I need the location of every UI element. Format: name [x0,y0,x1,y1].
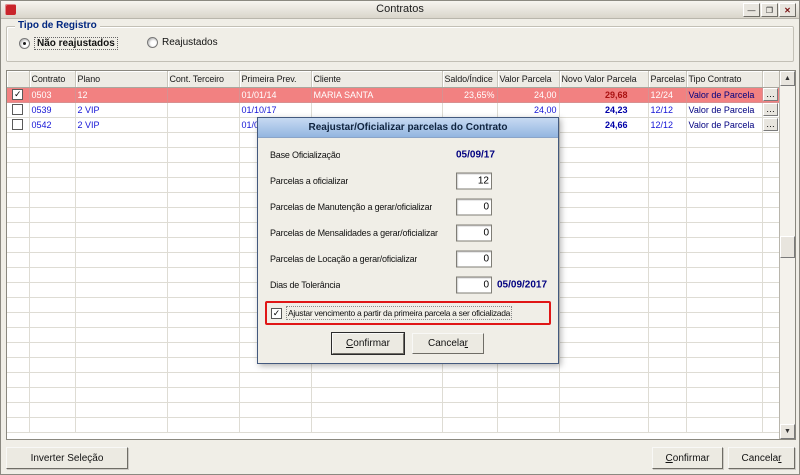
column-header-cliente[interactable]: Cliente [311,71,443,88]
scroll-thumb[interactable] [780,236,795,258]
cell-tipo-contrato: Valor de Parcela [686,117,763,133]
radio-nao-reajustados[interactable]: Não reajustados [19,37,118,50]
cell-valor-parcela: 24,00 [497,87,560,103]
dias-tolerancia-input[interactable] [456,276,492,294]
cell-novo-valor-parcela: 24,23 [559,102,649,118]
cell-parcelas: 12/12 [648,117,687,133]
cell-contrato: 0542 [29,117,76,133]
cell-saldo-indice [442,102,498,118]
column-header-saldo-indice[interactable]: Saldo/Índice [442,71,498,88]
dialog-confirm-button[interactable]: Confirmar [331,332,405,355]
parcelas-mensalidades-input[interactable] [456,224,492,242]
column-header-options [762,71,780,88]
empty-row [7,372,780,388]
close-button[interactable]: ✕ [779,3,796,17]
cell-primeira-prev: 01/10/17 [239,102,312,118]
field-dias-tolerancia: Dias de Tolerância 05/09/2017 [258,272,558,298]
cell-parcelas: 12/12 [648,102,687,118]
minimize-button[interactable]: — [743,3,760,17]
parcelas-manutencao-input[interactable] [456,198,492,216]
radio-checked-icon [19,38,30,49]
tolerancia-date-label: 05/09/2017 [497,279,548,291]
cell-novo-valor-parcela: 24,66 [559,117,649,133]
vertical-scrollbar[interactable]: ▲ ▼ [779,71,795,439]
cell-cliente: MARIA SANTA [311,87,443,103]
dialog-cancel-button[interactable]: Cancelar [412,333,484,354]
table-row[interactable]: ✓ 0503 12 01/01/14 MARIA SANTA 23,65% 24… [7,87,780,103]
row-options-button[interactable]: … [763,88,778,101]
field-parcelas-locacao: Parcelas de Locação a gerar/oficializar [258,246,558,272]
column-header-parcelas[interactable]: Parcelas [648,71,687,88]
cell-contrato: 0503 [29,87,76,103]
cell-valor-parcela: 24,00 [497,102,560,118]
checkbox-checked-icon: ✓ [12,89,24,101]
app-window: Contratos — ❐ ✕ Tipo de Registro Não rea… [0,0,800,475]
column-header-contrato[interactable]: Contrato [29,71,76,88]
group-legend: Tipo de Registro [15,20,100,31]
row-options-button[interactable]: … [763,118,778,131]
checkbox-unchecked-icon [12,119,24,131]
table-row[interactable]: 0539 2 VIP 01/10/17 24,00 24,23 12/12 Va… [7,102,780,118]
field-parcelas-manutencao: Parcelas de Manutenção a gerar/oficializ… [258,194,558,220]
dialog-buttons: Confirmar Cancelar [258,332,558,355]
confirm-button[interactable]: Confirmar [652,447,723,469]
cell-cont-terceiro [167,117,240,133]
base-oficializacao-value: 05/09/17 [456,149,495,161]
grid-header-row: Contrato Plano Cont. Terceiro Primeira P… [7,71,780,88]
field-parcelas-mensalidades: Parcelas de Mensalidades a gerar/oficial… [258,220,558,246]
column-header-checkbox[interactable] [7,71,30,88]
radio-unchecked-icon [147,37,158,48]
ajustar-vencimento-checkbox-label[interactable]: Ajustar vencimento a partir da primeira … [286,306,513,320]
empty-row [7,417,780,433]
scroll-up-icon[interactable]: ▲ [780,71,795,86]
column-header-plano[interactable]: Plano [75,71,168,88]
checkbox-unchecked-icon [12,104,24,116]
cell-cont-terceiro [167,87,240,103]
row-checkbox-cell[interactable]: ✓ [7,87,30,103]
row-checkbox-cell[interactable] [7,117,30,133]
column-header-tipo-contrato[interactable]: Tipo Contrato [686,71,763,88]
cell-plano: 12 [75,87,168,103]
column-header-valor-parcela[interactable]: Valor Parcela [497,71,560,88]
cell-contrato: 0539 [29,102,76,118]
cell-saldo-indice: 23,65% [442,87,498,103]
field-parcelas-oficializar: Parcelas a oficializar [258,168,558,194]
empty-row [7,402,780,418]
parcelas-oficializar-input[interactable] [456,172,492,190]
cell-tipo-contrato: Valor de Parcela [686,87,763,103]
ajustar-vencimento-annotation: ✓ Ajustar vencimento a partir da primeir… [265,301,551,325]
reajustar-dialog: Reajustar/Oficializar parcelas do Contra… [257,117,559,364]
scroll-down-icon[interactable]: ▼ [780,424,795,439]
cell-plano: 2 VIP [75,102,168,118]
tipo-registro-group: Tipo de Registro Não reajustados Reajust… [6,20,794,62]
cell-tipo-contrato: Valor de Parcela [686,102,763,118]
cell-novo-valor-parcela: 29,68 [559,87,649,103]
cell-cliente [311,102,443,118]
checkbox-checked-icon[interactable]: ✓ [271,307,282,319]
column-header-primeira-prev[interactable]: Primeira Prev. [239,71,312,88]
dialog-titlebar[interactable]: Reajustar/Oficializar parcelas do Contra… [258,118,558,138]
row-options-button[interactable]: … [763,103,778,116]
dialog-body: Base Oficialização 05/09/17 Parcelas a o… [258,138,558,355]
empty-row [7,387,780,403]
invert-selection-button[interactable]: Inverter Seleção [6,447,128,469]
row-checkbox-cell[interactable] [7,102,30,118]
titlebar[interactable]: Contratos — ❐ ✕ [1,1,799,19]
window-title: Contratos [376,3,424,15]
cell-cont-terceiro [167,102,240,118]
parcelas-locacao-input[interactable] [456,250,492,268]
window-controls: — ❐ ✕ [743,3,796,17]
cell-plano: 2 VIP [75,117,168,133]
cell-parcelas: 12/24 [648,87,687,103]
column-header-cont-terceiro[interactable]: Cont. Terceiro [167,71,240,88]
column-header-novo-valor-parcela[interactable]: Novo Valor Parcela [559,71,649,88]
field-base-oficializacao: Base Oficialização 05/09/17 [270,149,495,161]
cell-primeira-prev: 01/01/14 [239,87,312,103]
cancel-button[interactable]: Cancelar [728,447,795,469]
maximize-button[interactable]: ❐ [761,3,778,17]
radio-reajustados[interactable]: Reajustados [147,37,218,48]
